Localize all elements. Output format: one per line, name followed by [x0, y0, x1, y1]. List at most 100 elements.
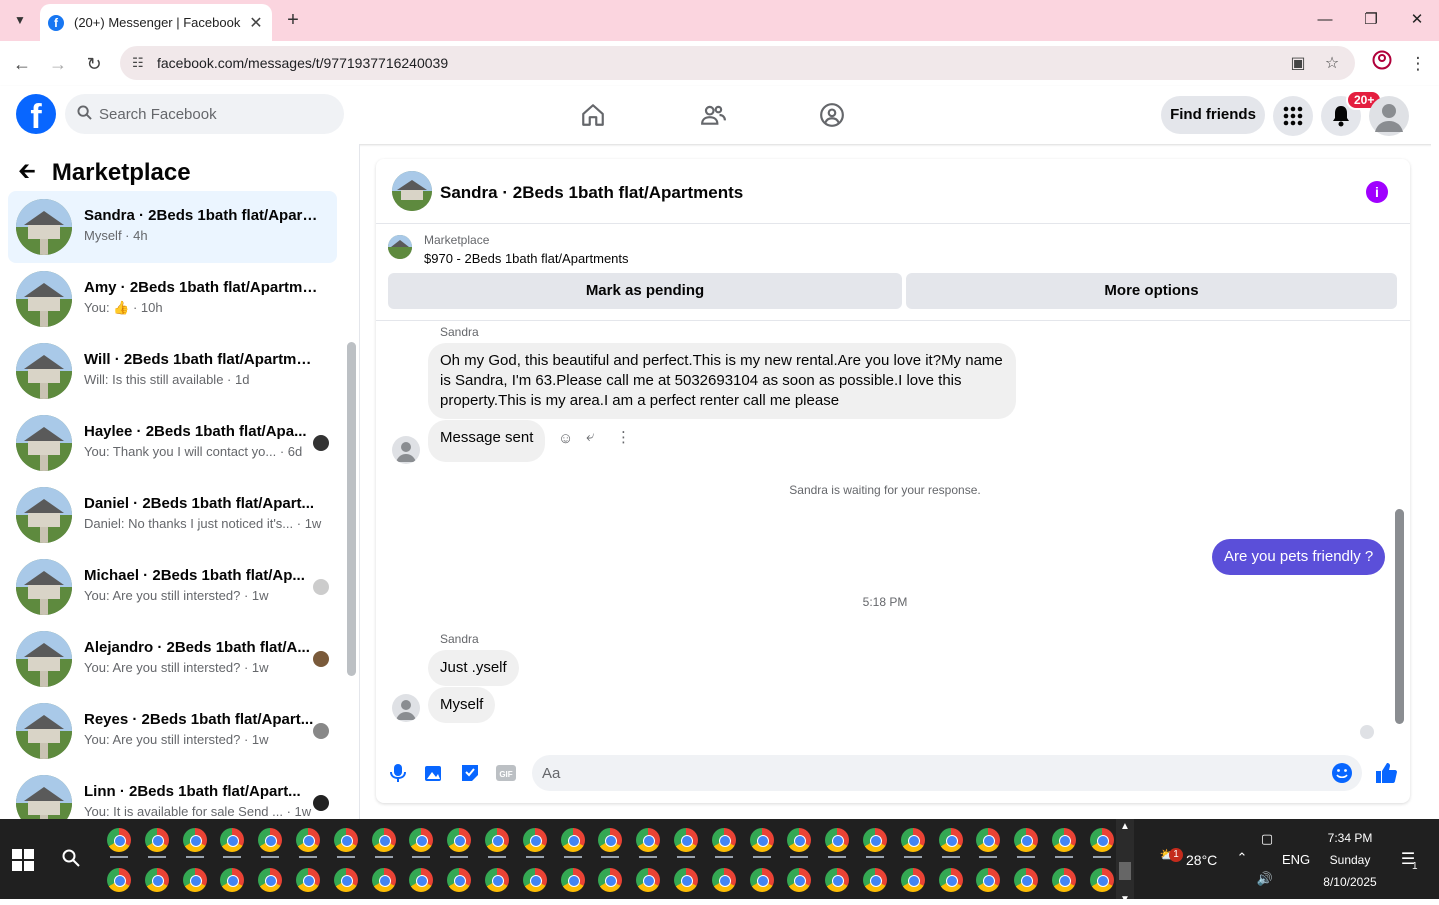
- my-message-bubble[interactable]: Are you pets friendly ?: [1212, 539, 1386, 575]
- chrome-app-icon[interactable]: [447, 868, 472, 892]
- chrome-app-icon[interactable]: [144, 868, 169, 892]
- chrome-app-icon[interactable]: [220, 868, 245, 892]
- back-arrow-icon[interactable]: 🡰: [18, 154, 36, 192]
- mark-as-pending-button[interactable]: Mark as pending: [388, 273, 902, 309]
- tab-list-chevron-icon[interactable]: ▼: [8, 8, 32, 32]
- bookmark-star-icon[interactable]: ☆: [1322, 53, 1342, 73]
- chrome-app-icon[interactable]: [522, 868, 547, 892]
- site-info-icon[interactable]: ☷: [132, 55, 148, 71]
- chrome-app-icon[interactable]: [900, 868, 925, 892]
- forward-arrow-icon[interactable]: →: [44, 50, 72, 78]
- message-input-box[interactable]: [532, 755, 1362, 791]
- chrome-app-icon[interactable]: [258, 828, 283, 852]
- browser-menu-icon[interactable]: ⋮: [1404, 50, 1432, 78]
- conversation-item[interactable]: Michael · 2Beds 1bath flat/Ap... You: Ar…: [8, 551, 337, 623]
- chrome-app-icon[interactable]: [296, 868, 320, 892]
- conversation-item[interactable]: Linn · 2Beds 1bath flat/Apart... You: It…: [8, 767, 337, 819]
- chrome-app-icon[interactable]: [560, 868, 585, 892]
- chrome-app-icon[interactable]: [182, 828, 207, 852]
- browser-tab-active[interactable]: f (20+) Messenger | Facebook ✕: [40, 4, 272, 41]
- account-avatar[interactable]: [1369, 96, 1409, 136]
- gif-icon[interactable]: GIF: [494, 761, 518, 785]
- emoji-icon[interactable]: [1330, 761, 1354, 785]
- taskbar-search-icon[interactable]: [62, 849, 80, 872]
- search-input[interactable]: [99, 94, 329, 134]
- chrome-app-icon[interactable]: [900, 828, 925, 852]
- menu-grid-icon[interactable]: [1273, 96, 1313, 136]
- listing-title[interactable]: $970 - 2Beds 1bath flat/Apartments: [424, 251, 629, 266]
- chrome-app-icon[interactable]: [220, 828, 245, 852]
- photo-icon[interactable]: [422, 761, 446, 785]
- clock-time[interactable]: 7:34 PM: [1320, 831, 1380, 845]
- reload-icon[interactable]: ↻: [80, 50, 108, 78]
- react-smiley-icon[interactable]: ☺: [558, 430, 573, 447]
- chrome-app-icon[interactable]: [749, 868, 774, 892]
- conversation-item[interactable]: Alejandro · 2Beds 1bath flat/A... You: A…: [8, 623, 337, 695]
- profile-icon[interactable]: [1368, 50, 1396, 78]
- message-bubble[interactable]: Message sent: [428, 420, 546, 462]
- new-tab-plus-icon[interactable]: +: [282, 8, 304, 32]
- chrome-app-icon[interactable]: [825, 828, 850, 852]
- groups-icon[interactable]: [812, 96, 852, 134]
- chrome-app-icon[interactable]: [333, 828, 358, 852]
- chrome-app-icon[interactable]: [371, 828, 396, 852]
- message-input[interactable]: [542, 755, 1302, 791]
- chrome-app-icon[interactable]: [674, 828, 698, 852]
- language-indicator[interactable]: ENG: [1282, 852, 1310, 867]
- chrome-app-icon[interactable]: [1052, 828, 1076, 852]
- conversation-item[interactable]: Daniel · 2Beds 1bath flat/Apart... Danie…: [8, 479, 337, 551]
- chrome-app-icon[interactable]: [598, 828, 623, 852]
- chrome-app-icon[interactable]: [1014, 828, 1039, 852]
- message-bubble[interactable]: Myself: [428, 687, 496, 723]
- sidebar-scrollbar[interactable]: [347, 342, 356, 676]
- message-bubble[interactable]: Just .yself: [428, 650, 519, 686]
- conversation-item[interactable]: Will · 2Beds 1bath flat/Apartments Will:…: [8, 335, 337, 407]
- chrome-app-icon[interactable]: [522, 828, 547, 852]
- chrome-app-icon[interactable]: [711, 828, 736, 852]
- chrome-app-icon[interactable]: [409, 828, 434, 852]
- chrome-app-icon[interactable]: [333, 868, 358, 892]
- chrome-app-icon[interactable]: [863, 828, 887, 852]
- chrome-app-icon[interactable]: [1089, 828, 1114, 852]
- minimize-icon[interactable]: —: [1302, 6, 1348, 34]
- house-thumbnail[interactable]: [392, 171, 432, 211]
- chrome-app-icon[interactable]: [1014, 868, 1039, 892]
- chrome-app-icon[interactable]: [485, 868, 509, 892]
- tab-close-icon[interactable]: ✕: [248, 13, 264, 33]
- install-app-icon[interactable]: ▣: [1288, 53, 1308, 73]
- chrome-app-icon[interactable]: [1089, 868, 1114, 892]
- facebook-search[interactable]: [65, 94, 344, 134]
- home-icon[interactable]: [573, 96, 613, 134]
- chrome-app-icon[interactable]: [636, 828, 661, 852]
- chrome-app-icon[interactable]: [485, 828, 509, 852]
- chrome-app-icon[interactable]: [409, 868, 434, 892]
- taskbar-scroll[interactable]: ▲ ▼: [1116, 819, 1134, 905]
- chrome-app-icon[interactable]: [711, 868, 736, 892]
- chrome-app-icon[interactable]: [296, 828, 320, 852]
- chrome-app-icon[interactable]: [258, 868, 283, 892]
- chrome-app-icon[interactable]: [938, 828, 963, 852]
- address-bar[interactable]: ☷ facebook.com/messages/t/97719377162400…: [120, 46, 1355, 80]
- microphone-icon[interactable]: [386, 761, 410, 785]
- page-scrollbar[interactable]: [1431, 86, 1439, 819]
- chrome-app-icon[interactable]: [863, 868, 887, 892]
- chrome-app-icon[interactable]: [144, 828, 169, 852]
- sender-avatar[interactable]: [392, 694, 420, 722]
- chrome-app-icon[interactable]: [976, 828, 1001, 852]
- conversation-item[interactable]: Sandra · 2Beds 1bath flat/Apart... Mysel…: [8, 191, 337, 263]
- chrome-app-icon[interactable]: [371, 868, 396, 892]
- conversation-item[interactable]: Reyes · 2Beds 1bath flat/Apart... You: A…: [8, 695, 337, 767]
- volume-icon[interactable]: 🔊: [1256, 871, 1274, 887]
- show-hidden-icons-chevron-icon[interactable]: ⌃: [1234, 850, 1250, 866]
- chrome-app-icon[interactable]: [674, 868, 698, 892]
- chat-title[interactable]: Sandra · 2Beds 1bath flat/Apartments: [440, 183, 743, 203]
- chrome-app-icon[interactable]: [598, 868, 623, 892]
- sender-avatar[interactable]: [392, 436, 420, 464]
- meet-now-icon[interactable]: ▢: [1258, 831, 1276, 847]
- info-icon[interactable]: i: [1366, 181, 1388, 203]
- back-arrow-icon[interactable]: ←: [8, 50, 36, 78]
- windows-start-icon[interactable]: [12, 849, 34, 871]
- listing-thumbnail[interactable]: [388, 235, 412, 259]
- chrome-app-icon[interactable]: [1052, 868, 1076, 892]
- chrome-app-icon[interactable]: [787, 828, 812, 852]
